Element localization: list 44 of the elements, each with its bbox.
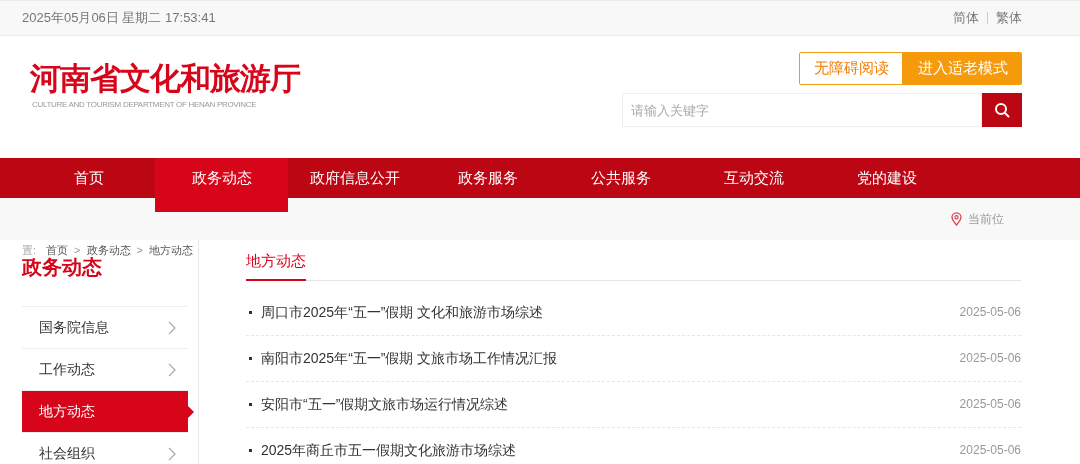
nav-tab[interactable]: 互动交流 bbox=[687, 158, 820, 198]
article-date: 2025-05-06 bbox=[959, 304, 1021, 321]
location-label: 当前位 bbox=[968, 211, 1004, 228]
article-date: 2025-05-06 bbox=[959, 442, 1021, 459]
article-link[interactable]: 周口市2025年“五一”假期 文化和旅游市场综述 bbox=[261, 301, 544, 323]
bullet-icon bbox=[249, 402, 252, 406]
section-tab[interactable]: 地方动态 bbox=[246, 250, 306, 281]
pointer-icon bbox=[188, 406, 194, 418]
breadcrumb-label: 置: bbox=[22, 243, 37, 257]
nav-tab[interactable]: 党的建设 bbox=[820, 158, 953, 198]
breadcrumb-separator: > bbox=[136, 243, 143, 257]
nav-tab[interactable]: 首页 bbox=[22, 158, 155, 198]
breadcrumb-link[interactable]: 政务动态 bbox=[86, 243, 131, 257]
search-field[interactable]: 请输入关键字 bbox=[622, 93, 982, 127]
nav-tab[interactable]: 公共服务 bbox=[554, 158, 687, 198]
language-link[interactable]: 简体 bbox=[953, 8, 979, 28]
article-date: 2025-05-06 bbox=[959, 350, 1021, 367]
chevron-right-icon bbox=[168, 446, 176, 461]
sidebar-item[interactable]: 国务院信息 bbox=[22, 307, 188, 349]
location-pin-icon bbox=[951, 212, 962, 226]
logo-subtitle: CULTURE AND TOURISM DEPARTMENT OF HENAN PROVINCE bbox=[32, 100, 258, 110]
sidebar-item[interactable]: 地方动态 bbox=[22, 391, 188, 433]
article-date: 2025-05-06 bbox=[959, 396, 1021, 413]
language-link[interactable]: 繁体 bbox=[996, 8, 1022, 28]
nav-tab[interactable]: 政务服务 bbox=[421, 158, 554, 198]
breadcrumb-separator: > bbox=[74, 243, 81, 256]
article-link[interactable]: 安阳市“五一”假期文旅市场运行情况综述 bbox=[261, 393, 509, 415]
bullet-icon bbox=[249, 448, 252, 452]
search-icon bbox=[994, 102, 1010, 118]
bullet-icon bbox=[249, 310, 252, 314]
chevron-right-icon bbox=[168, 320, 176, 335]
nav-tab[interactable]: 政务动态 bbox=[155, 158, 288, 198]
chevron-right-icon bbox=[168, 362, 176, 377]
search-button[interactable] bbox=[982, 93, 1022, 127]
article-link[interactable]: 南阳市2025年“五一”假期 文旅市场工作情况汇报 bbox=[261, 347, 558, 369]
article-link[interactable]: 2025年商丘市五一假期文化旅游市场综述 bbox=[261, 439, 517, 461]
sidebar-title: 政务动态 bbox=[22, 255, 102, 279]
breadcrumb-link[interactable]: 地方动态 bbox=[148, 243, 193, 257]
sidebar-item[interactable]: 社会组织 bbox=[22, 433, 188, 464]
nav-tab[interactable]: 政府信息公开 bbox=[288, 158, 421, 198]
logo-title: 河南省文化和旅游厅 bbox=[30, 60, 300, 98]
date-time: 2025年05月06日 星期二 17:53:41 bbox=[22, 9, 216, 28]
bullet-icon bbox=[249, 356, 252, 360]
breadcrumb-link[interactable]: 首页 bbox=[46, 243, 69, 257]
